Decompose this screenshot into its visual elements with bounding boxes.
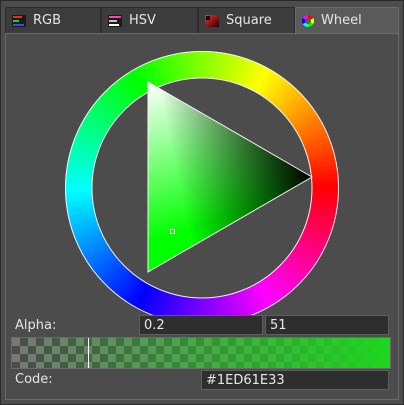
tab-hsv[interactable]: HSV [101, 7, 198, 33]
color-picker-window: RGB HSV Square Wheel Alpha: 0.2 51 Code:… [0, 0, 404, 405]
tab-rgb[interactable]: RGB [5, 7, 101, 33]
color-code-field[interactable] [201, 370, 389, 390]
alpha-label: Alpha: [15, 318, 57, 333]
wheel-icon [302, 14, 314, 27]
tab-rgb-label: RGB [33, 13, 62, 28]
tab-square-label: Square [226, 13, 272, 28]
alpha-value-field[interactable] [265, 315, 389, 335]
alpha-fraction-field[interactable] [139, 315, 263, 335]
hsv-icon [108, 14, 122, 27]
tab-bar: RGB HSV Square Wheel [5, 7, 401, 33]
tab-hsv-label: HSV [129, 13, 156, 28]
alpha-slider-handle[interactable] [87, 338, 89, 368]
rgb-icon [12, 14, 26, 27]
alpha-slider[interactable] [11, 337, 391, 369]
hue-wheel[interactable] [65, 51, 339, 325]
alpha-gradient [12, 338, 390, 368]
tab-square[interactable]: Square [198, 7, 295, 33]
code-label: Code: [15, 372, 53, 387]
tab-wheel[interactable]: Wheel [295, 7, 399, 33]
square-icon [205, 14, 219, 27]
tab-wheel-label: Wheel [321, 13, 362, 28]
